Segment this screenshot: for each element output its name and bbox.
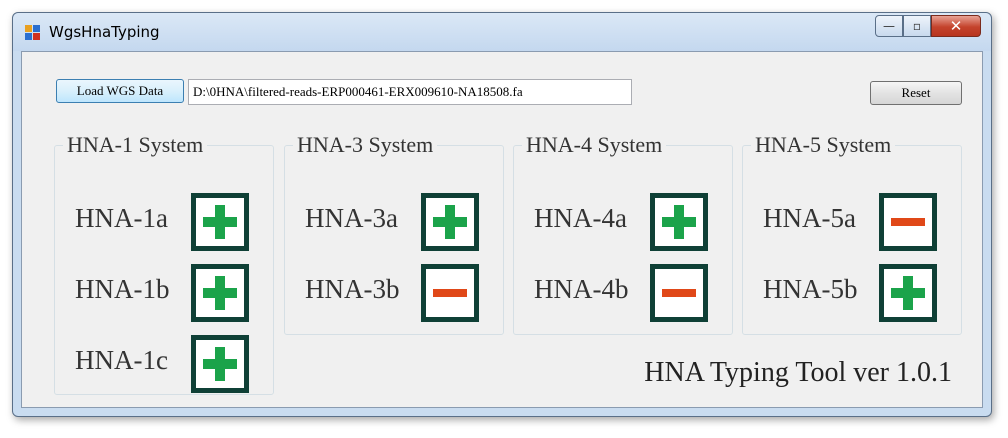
group-hna-4: HNA-4 System HNA-4a HNA-4b <box>513 132 733 335</box>
marker-row: HNA-1a <box>55 193 273 253</box>
marker-label: HNA-4a <box>534 203 627 233</box>
marker-row: HNA-4a <box>514 193 732 253</box>
minimize-button[interactable]: — <box>875 15 903 37</box>
group-hna-1: HNA-1 System HNA-1a HNA-1b HNA-1c <box>54 132 274 395</box>
window-controls: — ▫ ✕ <box>875 15 981 39</box>
marker-label: HNA-3b <box>305 274 400 304</box>
marker-row: HNA-3a <box>285 193 503 253</box>
group-title: HNA-1 System <box>63 132 208 158</box>
app-icon <box>25 25 41 41</box>
marker-row: HNA-5b <box>743 264 961 324</box>
marker-label: HNA-5b <box>763 274 858 304</box>
marker-row: HNA-4b <box>514 264 732 324</box>
marker-row: HNA-1c <box>55 335 273 395</box>
file-path-input[interactable] <box>188 79 632 105</box>
positive-indicator-icon <box>650 193 708 251</box>
marker-label: HNA-1a <box>75 203 168 233</box>
positive-indicator-icon <box>191 264 249 322</box>
positive-indicator-icon <box>421 193 479 251</box>
group-hna-5: HNA-5 System HNA-5a HNA-5b <box>742 132 962 335</box>
app-window: WgsHnaTyping — ▫ ✕ Load WGS Data Reset H… <box>12 12 992 417</box>
positive-indicator-icon <box>879 264 937 322</box>
positive-indicator-icon <box>191 335 249 393</box>
marker-label: HNA-5a <box>763 203 856 233</box>
group-title: HNA-5 System <box>751 132 896 158</box>
group-title: HNA-3 System <box>293 132 438 158</box>
negative-indicator-icon <box>650 264 708 322</box>
close-button[interactable]: ✕ <box>931 15 981 37</box>
window-title: WgsHnaTyping <box>49 23 160 41</box>
marker-label: HNA-1c <box>75 345 168 375</box>
title-bar[interactable]: WgsHnaTyping — ▫ ✕ <box>13 13 991 51</box>
load-wgs-data-button[interactable]: Load WGS Data <box>56 79 184 103</box>
negative-indicator-icon <box>879 193 937 251</box>
maximize-icon: ▫ <box>912 19 922 33</box>
minimize-icon: — <box>883 19 895 33</box>
marker-label: HNA-3a <box>305 203 398 233</box>
negative-indicator-icon <box>421 264 479 322</box>
maximize-button[interactable]: ▫ <box>903 15 931 37</box>
close-icon: ✕ <box>949 17 963 35</box>
marker-label: HNA-1b <box>75 274 170 304</box>
version-label: HNA Typing Tool ver 1.0.1 <box>644 357 952 388</box>
marker-row: HNA-5a <box>743 193 961 253</box>
reset-button[interactable]: Reset <box>870 81 962 105</box>
marker-row: HNA-3b <box>285 264 503 324</box>
group-hna-3: HNA-3 System HNA-3a HNA-3b <box>284 132 504 335</box>
main-panel: Load WGS Data Reset HNA-1 System HNA-1a … <box>21 51 983 408</box>
marker-row: HNA-1b <box>55 264 273 324</box>
group-title: HNA-4 System <box>522 132 667 158</box>
marker-label: HNA-4b <box>534 274 629 304</box>
positive-indicator-icon <box>191 193 249 251</box>
